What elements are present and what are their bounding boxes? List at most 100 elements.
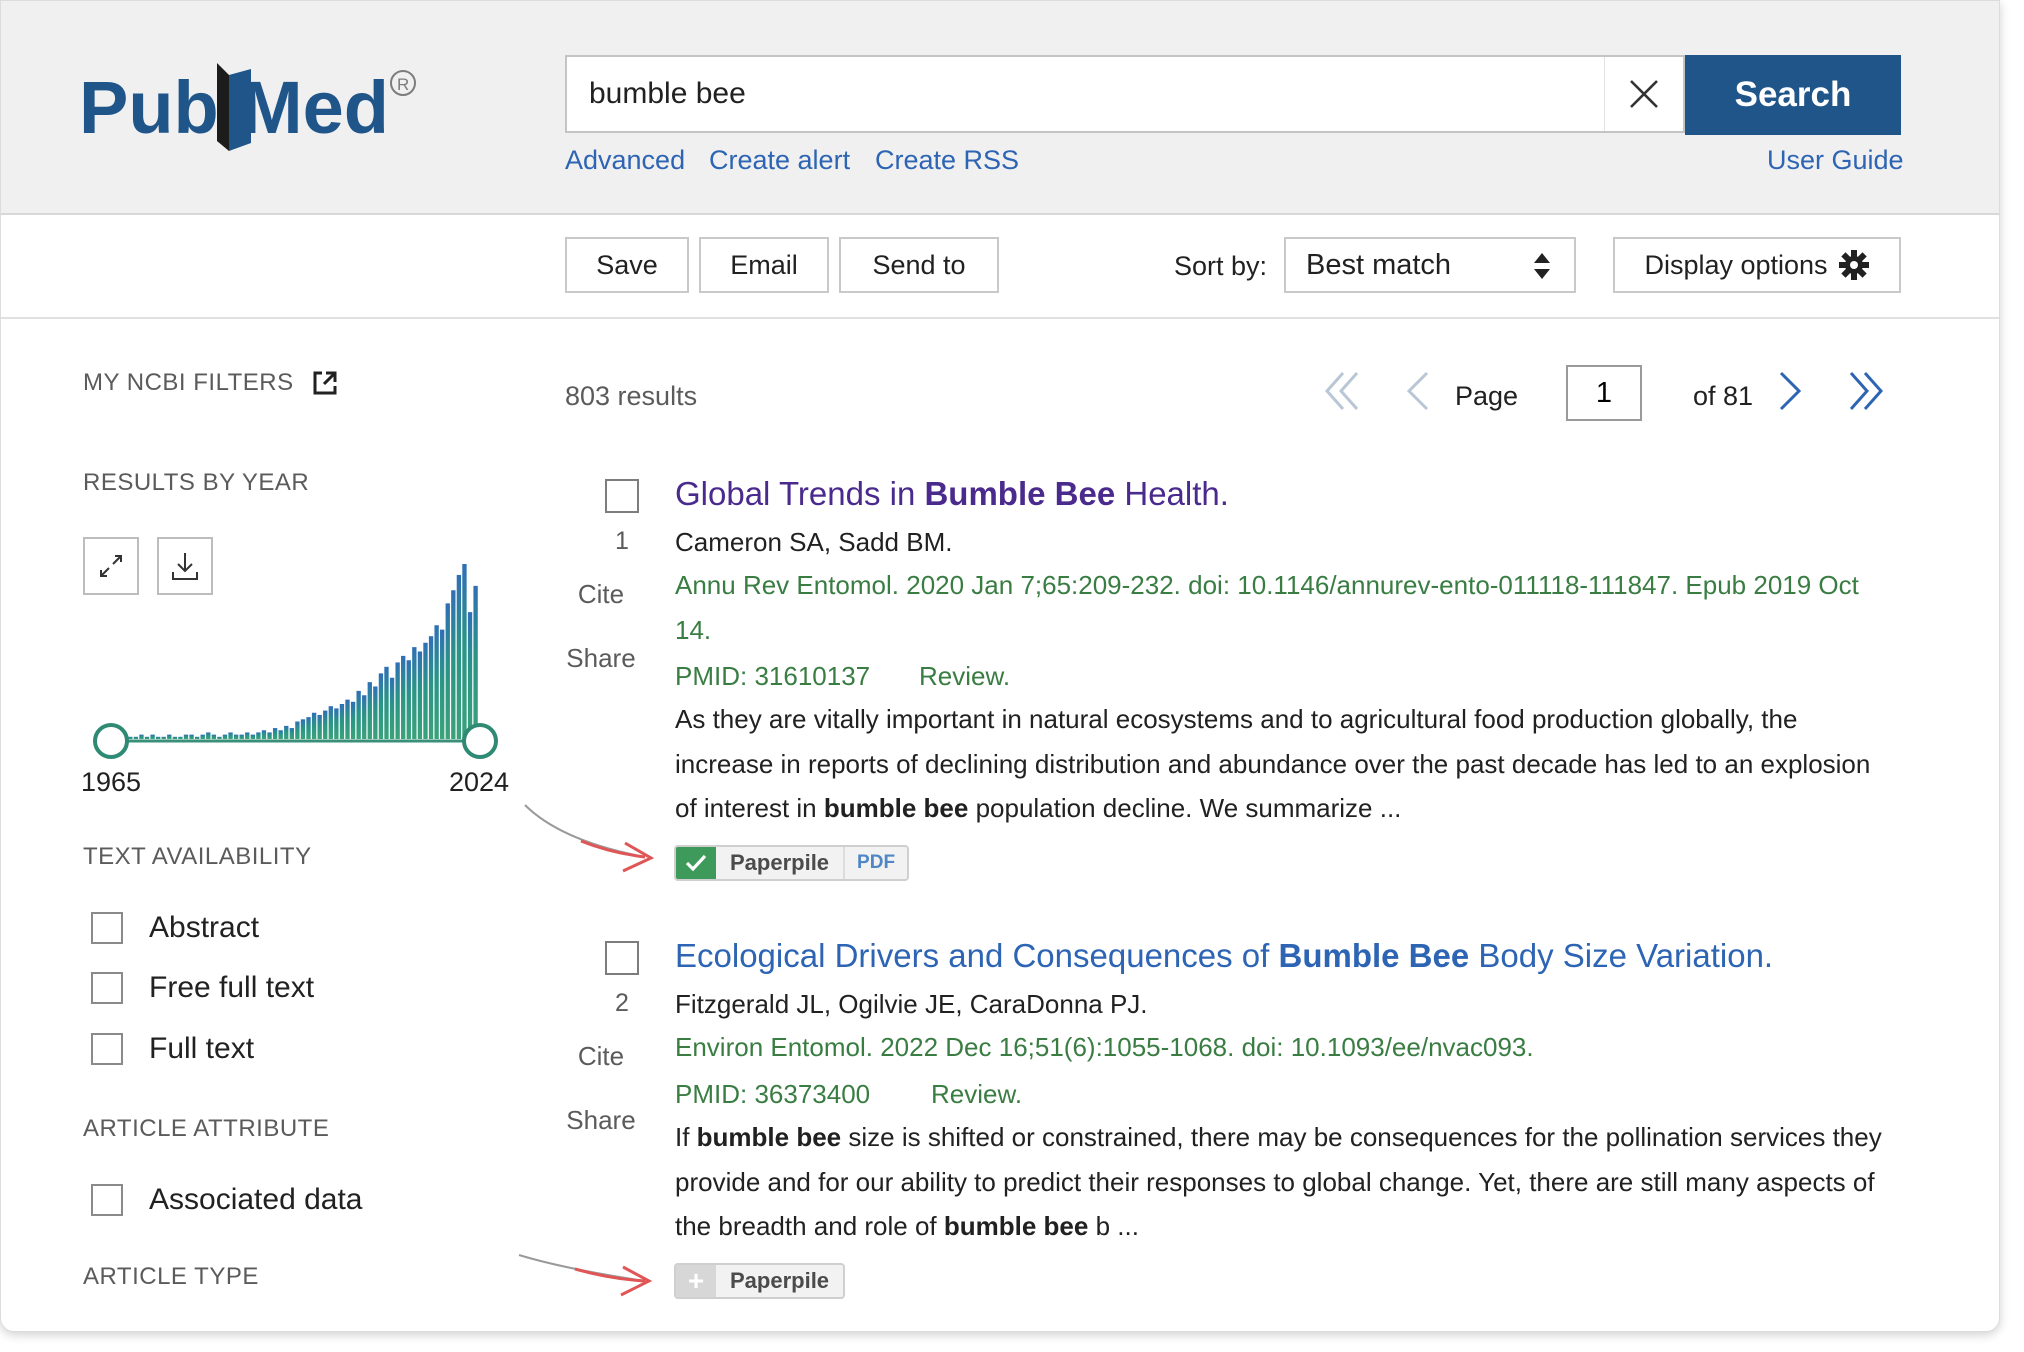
histogram-bar[interactable] — [155, 736, 161, 739]
histogram-bar[interactable] — [345, 699, 350, 740]
filter-full-text[interactable]: Full text — [91, 1032, 254, 1066]
histogram-bar[interactable] — [289, 728, 294, 739]
histogram-bar[interactable] — [306, 717, 311, 740]
display-options-button[interactable]: Display options — [1613, 237, 1901, 293]
filter-associated-data[interactable]: Associated data — [91, 1183, 362, 1217]
pdf-label[interactable]: PDF — [843, 847, 907, 879]
search-button[interactable]: Search — [1685, 55, 1901, 135]
histogram-bar[interactable] — [206, 732, 211, 739]
histogram-bar[interactable] — [245, 732, 250, 739]
histogram-bar[interactable] — [311, 712, 317, 739]
histogram-bar[interactable] — [462, 564, 467, 739]
histogram-bar[interactable] — [183, 734, 189, 740]
histogram-bar[interactable] — [150, 734, 155, 740]
histogram-bar[interactable] — [250, 734, 255, 740]
histogram-bar[interactable] — [261, 730, 267, 739]
result-select-checkbox[interactable] — [605, 941, 639, 975]
result-title-link[interactable]: Ecological Drivers and Consequences of B… — [675, 937, 1773, 975]
histogram-bar[interactable] — [451, 590, 456, 739]
my-ncbi-filters[interactable]: MY NCBI FILTERS — [83, 369, 338, 397]
histogram-bar[interactable] — [133, 736, 139, 739]
share-button[interactable]: Share — [561, 643, 641, 674]
create-alert-link[interactable]: Create alert — [709, 145, 850, 176]
filter-free-full-text[interactable]: Free full text — [91, 971, 314, 1005]
histogram-bar[interactable] — [373, 686, 378, 740]
histogram-bar[interactable] — [228, 732, 233, 739]
histogram-bar[interactable] — [317, 714, 322, 739]
filter-checkbox[interactable] — [91, 972, 123, 1004]
first-page-icon[interactable] — [1323, 369, 1363, 413]
filter-abstract[interactable]: Abstract — [91, 911, 259, 945]
histogram-bar[interactable] — [428, 636, 434, 739]
prev-page-icon[interactable] — [1403, 369, 1433, 413]
histogram-bar[interactable] — [434, 625, 439, 739]
filter-checkbox[interactable] — [91, 1033, 123, 1065]
result-select-checkbox[interactable] — [605, 479, 639, 513]
histogram-bar[interactable] — [445, 603, 450, 740]
histogram-bar[interactable] — [473, 585, 478, 740]
email-button[interactable]: Email — [699, 237, 829, 293]
histogram-bar[interactable] — [217, 736, 222, 739]
histogram-bar[interactable] — [334, 708, 339, 739]
send-to-button[interactable]: Send to — [839, 237, 999, 293]
histogram-bar[interactable] — [144, 736, 150, 739]
histogram-bar[interactable] — [367, 682, 372, 740]
clear-search-button[interactable] — [1604, 57, 1683, 131]
histogram-bar[interactable] — [194, 736, 200, 739]
histogram-bar[interactable] — [350, 701, 356, 739]
histogram-bar[interactable] — [233, 734, 239, 740]
filter-checkbox[interactable] — [91, 1184, 123, 1216]
histogram-bar[interactable] — [378, 673, 384, 740]
histogram-bar[interactable] — [284, 725, 289, 740]
histogram-bar[interactable] — [267, 732, 272, 739]
share-button[interactable]: Share — [561, 1105, 641, 1136]
cite-button[interactable]: Cite — [561, 1041, 641, 1072]
histogram-bar[interactable] — [178, 736, 183, 739]
histogram-bar[interactable] — [272, 728, 278, 739]
histogram-bar[interactable] — [406, 660, 411, 739]
create-rss-link[interactable]: Create RSS — [875, 145, 1019, 176]
year-slider-start-handle[interactable] — [93, 723, 129, 759]
histogram-bar[interactable] — [395, 662, 400, 739]
save-button[interactable]: Save — [565, 237, 689, 293]
histogram-bar[interactable] — [167, 734, 172, 740]
histogram-bar[interactable] — [278, 730, 283, 739]
pubmed-logo[interactable]: Pub Med R — [79, 43, 429, 163]
histogram-bar[interactable] — [323, 710, 328, 739]
histogram-bar[interactable] — [384, 666, 389, 739]
histogram-bar[interactable] — [256, 732, 261, 739]
sort-select[interactable]: Best match — [1284, 237, 1576, 293]
histogram-bar[interactable] — [295, 721, 300, 740]
histogram-bar[interactable] — [211, 734, 217, 740]
cite-button[interactable]: Cite — [561, 579, 641, 610]
histogram-bar[interactable] — [467, 612, 473, 740]
search-input[interactable] — [567, 57, 1607, 131]
page-number-input[interactable] — [1566, 365, 1642, 421]
histogram-bar[interactable] — [412, 647, 417, 740]
histogram-bar[interactable] — [356, 690, 361, 740]
histogram-bar[interactable] — [339, 704, 345, 739]
histogram-bar[interactable] — [423, 642, 428, 739]
histogram-bar[interactable] — [161, 736, 166, 739]
last-page-icon[interactable] — [1845, 369, 1885, 413]
filter-checkbox[interactable] — [91, 912, 123, 944]
user-guide-link[interactable]: User Guide — [1767, 145, 1904, 176]
results-by-year-histogram[interactable] — [83, 541, 513, 761]
histogram-bar[interactable] — [300, 719, 306, 739]
result-title-link[interactable]: Global Trends in Bumble Bee Health. — [675, 475, 1229, 513]
histogram-bar[interactable] — [389, 677, 395, 739]
paperpile-add-button[interactable]: + Paperpile — [674, 1263, 846, 1299]
histogram-bar[interactable] — [239, 734, 244, 740]
next-page-icon[interactable] — [1775, 369, 1805, 413]
histogram-bar[interactable] — [456, 574, 462, 739]
histogram-bar[interactable] — [172, 736, 178, 739]
histogram-bar[interactable] — [417, 651, 423, 740]
histogram-bar[interactable] — [189, 734, 194, 740]
histogram-bar[interactable] — [440, 629, 445, 740]
histogram-bar[interactable] — [200, 734, 205, 740]
histogram-bar[interactable] — [401, 655, 406, 740]
histogram-bar[interactable] — [328, 706, 333, 739]
histogram-bar[interactable] — [362, 695, 367, 739]
year-slider-end-handle[interactable] — [462, 723, 498, 759]
histogram-bar[interactable] — [222, 734, 228, 740]
